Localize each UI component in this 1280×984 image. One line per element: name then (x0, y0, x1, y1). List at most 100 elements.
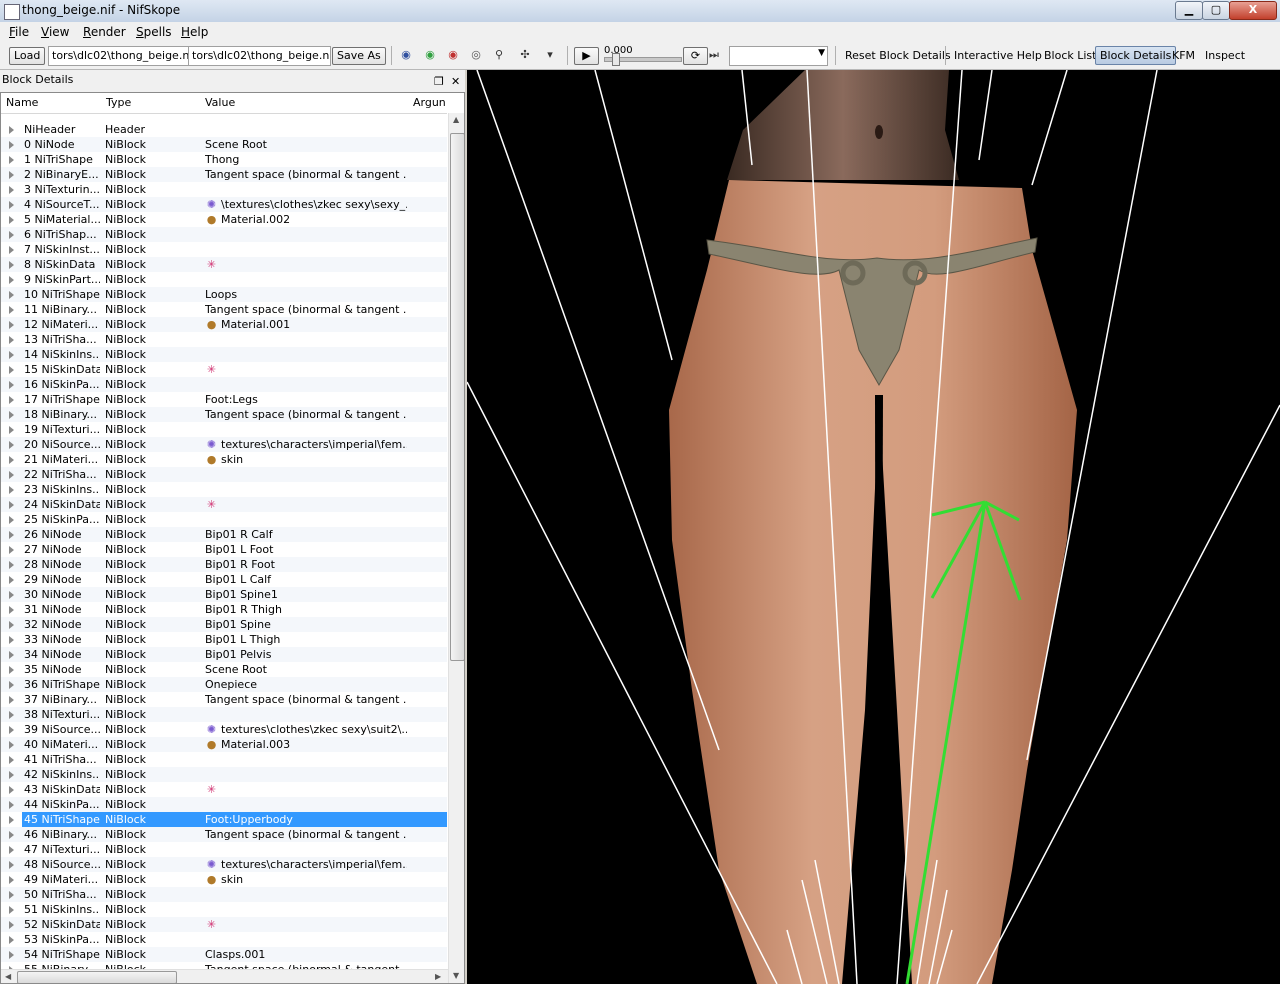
expand-arrow-icon[interactable] (9, 786, 14, 794)
expand-arrow-icon[interactable] (9, 366, 14, 374)
tree-row[interactable]: 41 NiTriSha... NiBlock (1, 752, 447, 767)
animation-select[interactable]: ▼ (729, 46, 828, 66)
expand-arrow-icon[interactable] (9, 726, 14, 734)
tree-row[interactable]: 1 NiTriShape NiBlock Thong (1, 152, 447, 167)
tree-row[interactable]: 43 NiSkinData NiBlock ✳ (1, 782, 447, 797)
expand-arrow-icon[interactable] (9, 951, 14, 959)
vertical-scrollbar[interactable]: ▲ ▼ (448, 113, 464, 983)
tree-row[interactable]: 48 NiSource... NiBlock ✺ textures\character… (1, 857, 447, 872)
expand-arrow-icon[interactable] (9, 501, 14, 509)
play-button[interactable]: ▶ (574, 47, 599, 65)
undock-icon[interactable]: ❐ (434, 72, 444, 92)
expand-arrow-icon[interactable] (9, 141, 14, 149)
view-top-icon[interactable]: ◉ (445, 48, 461, 62)
tree-row[interactable]: 32 NiNode NiBlock Bip01 Spine (1, 617, 447, 632)
tree-row[interactable]: 13 NiTriSha... NiBlock (1, 332, 447, 347)
tree-row[interactable]: 40 NiMateri... NiBlock ● Material.003 (1, 737, 447, 752)
tree-row[interactable]: 54 NiTriShape NiBlock Clasps.001 (1, 947, 447, 962)
save-path-field[interactable]: tors\dlc02\thong_beige.nif (188, 46, 331, 66)
expand-arrow-icon[interactable] (9, 666, 14, 674)
expand-arrow-icon[interactable] (9, 906, 14, 914)
expand-arrow-icon[interactable] (9, 156, 14, 164)
tree-row[interactable]: 52 NiSkinData NiBlock ✳ (1, 917, 447, 932)
expand-arrow-icon[interactable] (9, 756, 14, 764)
load-path-field[interactable]: tors\dlc02\thong_beige.nif (48, 46, 189, 66)
save-as-button[interactable]: Save As (332, 47, 386, 65)
vertical-scroll-thumb[interactable] (450, 133, 464, 661)
walk-mode-icon[interactable]: ⚲ (491, 48, 507, 62)
tree-row[interactable]: 37 NiBinary... NiBlock Tangent space (bino… (1, 692, 447, 707)
loop-button[interactable]: ⟳ (683, 47, 708, 65)
block-tree[interactable]: Name Type Value Argun NiHeader Header 0 Ni… (0, 92, 465, 984)
switch-animation-icon[interactable]: ⏭ (706, 48, 722, 62)
tree-row[interactable]: 49 NiMateri... NiBlock ● skin (1, 872, 447, 887)
tree-row[interactable]: 34 NiNode NiBlock Bip01 Pelvis (1, 647, 447, 662)
tree-row[interactable]: 2 NiBinaryE... NiBlock Tangent space (bino… (1, 167, 447, 182)
tree-row[interactable]: 36 NiTriShape NiBlock Onepiece (1, 677, 447, 692)
expand-arrow-icon[interactable] (9, 291, 14, 299)
block-list-button[interactable]: Block List (1044, 49, 1096, 62)
expand-arrow-icon[interactable] (9, 186, 14, 194)
expand-arrow-icon[interactable] (9, 891, 14, 899)
expand-arrow-icon[interactable] (9, 456, 14, 464)
inspect-button[interactable]: Inspect (1205, 49, 1245, 62)
expand-arrow-icon[interactable] (9, 471, 14, 479)
expand-arrow-icon[interactable] (9, 576, 14, 584)
tree-row[interactable]: 47 NiTexturi... NiBlock (1, 842, 447, 857)
horizontal-scrollbar[interactable]: ◀ ▶ (1, 969, 448, 983)
expand-arrow-icon[interactable] (9, 276, 14, 284)
expand-arrow-icon[interactable] (9, 801, 14, 809)
tree-row[interactable]: 11 NiBinary... NiBlock Tangent space (bino… (1, 302, 447, 317)
tree-row[interactable]: 29 NiNode NiBlock Bip01 L Calf (1, 572, 447, 587)
tree-row[interactable]: 5 NiMaterial... NiBlock ● Material.002 (1, 212, 447, 227)
menu-render[interactable]: Render (83, 25, 126, 39)
tree-row[interactable]: 21 NiMateri... NiBlock ● skin (1, 452, 447, 467)
expand-arrow-icon[interactable] (9, 531, 14, 539)
expand-arrow-icon[interactable] (9, 381, 14, 389)
tree-row[interactable]: 24 NiSkinData NiBlock ✳ (1, 497, 447, 512)
menu-view[interactable]: View (41, 25, 69, 39)
tree-row[interactable]: 31 NiNode NiBlock Bip01 R Thigh (1, 602, 447, 617)
scroll-down-icon[interactable]: ▼ (453, 971, 459, 980)
tree-row[interactable]: 7 NiSkinInst... NiBlock (1, 242, 447, 257)
tree-row[interactable]: 18 NiBinary... NiBlock Tangent space (bino… (1, 407, 447, 422)
expand-arrow-icon[interactable] (9, 216, 14, 224)
kfm-button[interactable]: KFM (1172, 49, 1195, 62)
expand-arrow-icon[interactable] (9, 306, 14, 314)
tree-row[interactable]: 46 NiBinary... NiBlock Tangent space (bino… (1, 827, 447, 842)
tree-row[interactable]: 4 NiSourceT... NiBlock ✺ \textures\clothes\… (1, 197, 447, 212)
tree-row[interactable]: 26 NiNode NiBlock Bip01 R Calf (1, 527, 447, 542)
tree-row[interactable]: 20 NiSource... NiBlock ✺ textures\character… (1, 437, 447, 452)
expand-arrow-icon[interactable] (9, 936, 14, 944)
block-details-button[interactable]: Block Details (1095, 46, 1177, 65)
expand-arrow-icon[interactable] (9, 171, 14, 179)
expand-arrow-icon[interactable] (9, 321, 14, 329)
tree-row[interactable]: 27 NiNode NiBlock Bip01 L Foot (1, 542, 447, 557)
tree-row[interactable]: 17 NiTriShape NiBlock Foot:Legs (1, 392, 447, 407)
expand-arrow-icon[interactable] (9, 636, 14, 644)
tree-row[interactable]: 45 NiTriShape NiBlock Foot:Upperbody (1, 812, 447, 827)
flip-view-icon[interactable]: ✣ (517, 48, 533, 62)
tree-row[interactable]: 15 NiSkinData NiBlock ✳ (1, 362, 447, 377)
tree-row[interactable]: 10 NiTriShape NiBlock Loops (1, 287, 447, 302)
expand-arrow-icon[interactable] (9, 261, 14, 269)
expand-arrow-icon[interactable] (9, 516, 14, 524)
tree-row[interactable]: NiHeader Header (1, 122, 447, 137)
expand-arrow-icon[interactable] (9, 546, 14, 554)
expand-arrow-icon[interactable] (9, 816, 14, 824)
tree-row[interactable]: 42 NiSkinIns... NiBlock (1, 767, 447, 782)
expand-arrow-icon[interactable] (9, 711, 14, 719)
load-button[interactable]: Load (9, 47, 46, 65)
tree-row[interactable]: 33 NiNode NiBlock Bip01 L Thigh (1, 632, 447, 647)
view-front-icon[interactable]: ◉ (398, 48, 414, 62)
menu-help[interactable]: Help (181, 25, 208, 39)
scroll-right-icon[interactable]: ▶ (435, 972, 441, 981)
render-viewport[interactable] (467, 70, 1280, 984)
time-slider-handle[interactable] (612, 53, 620, 66)
tree-row[interactable]: 23 NiSkinIns... NiBlock (1, 482, 447, 497)
menu-spells[interactable]: Spells (136, 25, 172, 39)
tree-row[interactable]: 22 NiTriSha... NiBlock (1, 467, 447, 482)
maximize-button[interactable]: ▢ (1202, 1, 1230, 20)
expand-arrow-icon[interactable] (9, 246, 14, 254)
expand-arrow-icon[interactable] (9, 201, 14, 209)
